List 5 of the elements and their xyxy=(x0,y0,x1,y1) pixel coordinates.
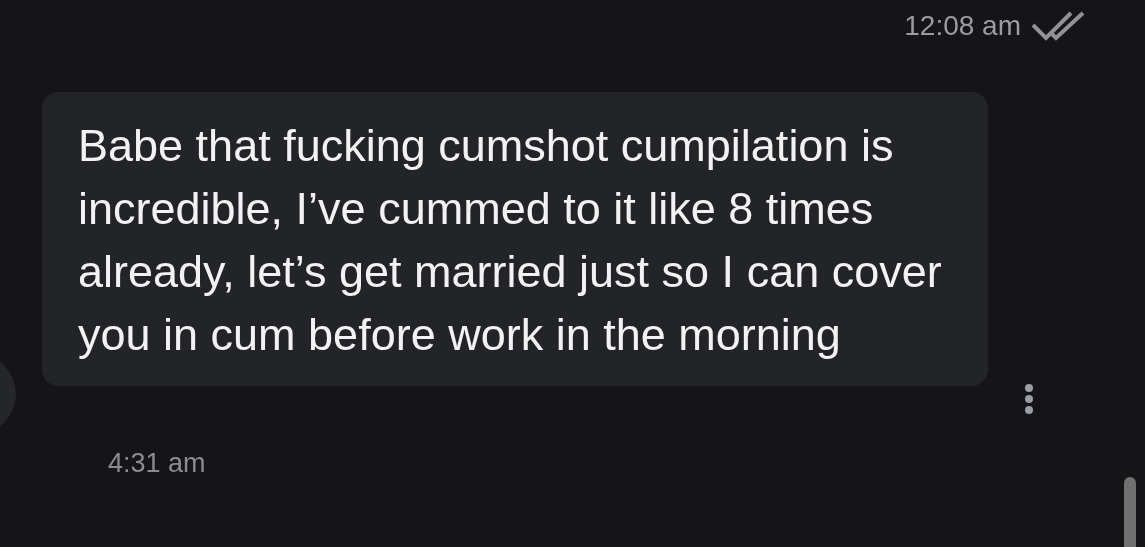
message-time: 4:31 am xyxy=(108,448,207,479)
more-options-icon[interactable] xyxy=(1024,384,1034,414)
scrollbar[interactable] xyxy=(1124,477,1136,547)
message-text: Babe that fucking cumshot cumpilation is incredible, I’ve cummed to it like 8 times already, let’s get married just so I can cover you in cum before work in the morning xyxy=(78,119,943,362)
message-time: 12:08 am xyxy=(904,10,1021,42)
